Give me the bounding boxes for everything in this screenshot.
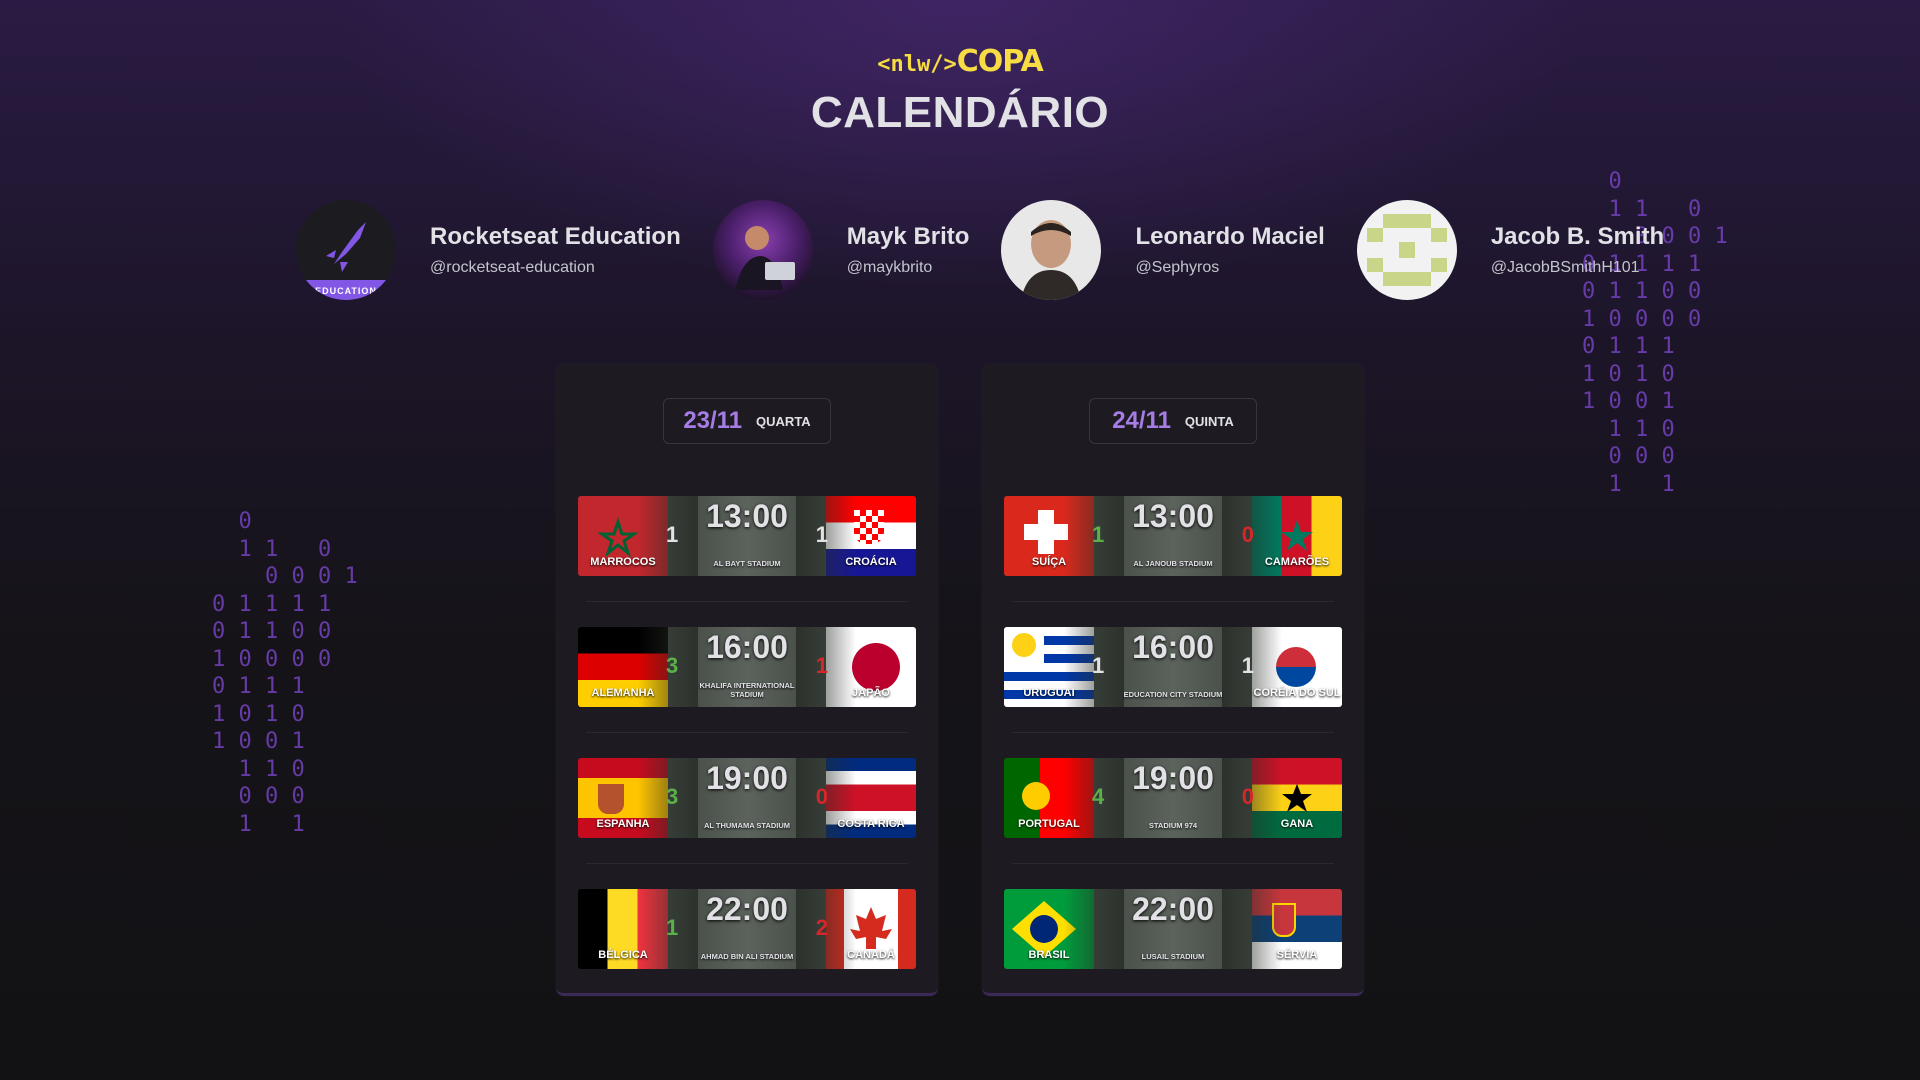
home-team: BÉLGICA <box>598 949 648 961</box>
author-leonardo[interactable]: Leonardo Maciel @Sephyros <box>1001 200 1325 300</box>
home-score: 1 <box>666 915 679 940</box>
home-team: SUÍÇA <box>1031 556 1067 568</box>
stadium: STADIUM 974 <box>1148 821 1198 830</box>
stadium: AL JANOUB STADIUM <box>1133 559 1213 568</box>
match-card[interactable]: BÉLGICA CANADÁ 22:00 AHMAD BIN ALI STADI… <box>578 889 916 969</box>
match-card[interactable]: ALEMANHA JAPÃO 16:00 KHALIFA INTERNATION… <box>578 627 916 707</box>
away-team: CORÉIA DO SUL <box>1253 687 1341 699</box>
home-score: 1 <box>666 522 679 547</box>
weekday: QUARTA <box>756 413 811 429</box>
divider <box>1012 863 1334 864</box>
logo-copa: COPA <box>956 44 1044 79</box>
match-card[interactable]: PORTUGAL GANA 19:00 STADIUM 974 4 0 <box>1004 758 1342 838</box>
weekday: QUINTA <box>1184 413 1234 429</box>
divider <box>1012 732 1334 733</box>
home-team: BRASIL <box>1028 949 1070 961</box>
home-score: 4 <box>1092 784 1105 809</box>
stadium: AL BAYT STADIUM <box>713 559 781 568</box>
person-icon <box>1021 220 1082 300</box>
away-score: 0 <box>1241 784 1254 809</box>
home-score: 1 <box>1092 522 1105 547</box>
match-card[interactable]: MARROCOS CROÁCIA 13:00 AL BAYT STADIUM 1… <box>578 496 916 576</box>
away-team: COSTA RICA <box>837 818 905 830</box>
date: 24/11 <box>1112 407 1171 434</box>
rocketseat-avatar: EDUCATION <box>296 200 396 300</box>
stadium: LUSAIL STADIUM <box>1141 952 1205 961</box>
identicon-icon <box>1366 214 1447 286</box>
mayk-avatar <box>712 200 813 300</box>
divider <box>586 601 908 602</box>
author-name: Jacob B. Smith <box>1490 223 1665 250</box>
date-badge: 23/11 QUARTA <box>663 398 831 444</box>
away-team: CROÁCIA <box>845 556 897 568</box>
author-handle[interactable]: @maykbrito <box>847 259 970 277</box>
day-card: 24/11 QUINTA SUÍÇA CAMARÕES 13:00 AL JAN… <box>982 364 1364 996</box>
match-time: 13:00 <box>706 498 788 534</box>
avatar-label: EDUCATION <box>315 286 377 296</box>
calendar-columns: 23/11 QUARTA MARROCOS CROÁCIA 13:00 AL B… <box>556 364 1364 996</box>
rocket-icon <box>296 222 396 300</box>
author-handle[interactable]: @Sephyros <box>1135 259 1324 277</box>
home-team: ALEMANHA <box>591 687 655 699</box>
away-score: 2 <box>815 915 828 940</box>
home-team: URUGUAI <box>1023 687 1075 699</box>
match-card[interactable]: SUÍÇA CAMARÕES 13:00 AL JANOUB STADIUM 1… <box>1004 496 1342 576</box>
authors-list: EDUCATION Rocketseat Education @rocketse… <box>296 200 1920 300</box>
away-score: 0 <box>1241 522 1254 547</box>
stadium: AHMAD BIN ALI STADIUM <box>700 952 794 961</box>
match-time: 16:00 <box>706 629 788 665</box>
page-title: CALENDÁRIO <box>810 88 1110 137</box>
home-team: PORTUGAL <box>1018 818 1080 830</box>
away-score: 1 <box>815 653 828 678</box>
author-jacob[interactable]: Jacob B. Smith @JacobBSmithH101 <box>1356 200 1665 300</box>
away-team: GANA <box>1280 818 1314 830</box>
date-badge: 24/11 QUINTA <box>1089 398 1257 444</box>
away-score: 1 <box>815 522 828 547</box>
jacob-identicon-avatar <box>1356 200 1457 300</box>
date: 23/11 <box>683 407 743 434</box>
logo-code: <nlw/> <box>877 52 957 77</box>
away-score: 0 <box>815 784 828 809</box>
author-mayk[interactable]: Mayk Brito @maykbrito <box>712 200 970 300</box>
match-time: 22:00 <box>706 891 788 927</box>
match-time: 13:00 <box>1132 498 1214 534</box>
author-handle[interactable]: @JacobBSmithH101 <box>1491 259 1664 277</box>
match-time: 19:00 <box>706 760 788 796</box>
match-time: 22:00 <box>1132 891 1214 927</box>
author-name: Rocketseat Education <box>430 223 681 250</box>
away-team: JAPÃO <box>852 687 890 699</box>
author-name: Leonardo Maciel <box>1135 223 1325 250</box>
divider <box>586 863 908 864</box>
stadium: AL THUMAMA STADIUM <box>703 821 791 830</box>
home-score: 3 <box>666 653 679 678</box>
author-handle[interactable]: @rocketseat-education <box>430 259 681 277</box>
stadium: EDUCATION CITY STADIUM <box>1123 690 1223 699</box>
home-team: ESPANHA <box>596 818 650 830</box>
leonardo-avatar <box>1001 200 1102 300</box>
author-name: Mayk Brito <box>846 223 970 250</box>
home-score: 1 <box>1092 653 1105 678</box>
match-card[interactable]: ESPANHA COSTA RICA 19:00 AL THUMAMA STAD… <box>578 758 916 838</box>
divider <box>586 732 908 733</box>
author-rocketseat[interactable]: EDUCATION Rocketseat Education @rocketse… <box>296 200 681 300</box>
match-card[interactable]: URUGUAI CORÉIA DO SUL 16:00 EDUCATION CI… <box>1004 627 1342 707</box>
away-team: SÉRVIA <box>1276 949 1318 961</box>
nlw-copa-logo: <nlw/>COPA <box>0 44 1920 79</box>
home-team: MARROCOS <box>590 556 656 568</box>
away-team: CANADÁ <box>847 949 895 961</box>
match-time: 19:00 <box>1132 760 1214 796</box>
person-icon <box>734 226 795 290</box>
binary-rain-left: 0 1 1 0 0 0 0 1 0 1 1 1 1 0 1 1 0 0 1 0 … <box>212 509 358 837</box>
divider <box>1012 601 1334 602</box>
match-card[interactable]: BRASIL SÉRVIA 22:00 LUSAIL STADIUM <box>1004 889 1342 969</box>
day-card: 23/11 QUARTA MARROCOS CROÁCIA 13:00 AL B… <box>556 364 938 996</box>
match-time: 16:00 <box>1132 629 1214 665</box>
stadium: KHALIFA INTERNATIONAL STADIUM <box>699 681 795 699</box>
away-team: CAMARÕES <box>1264 556 1330 568</box>
home-score: 3 <box>666 784 679 809</box>
away-score: 1 <box>1241 653 1254 678</box>
